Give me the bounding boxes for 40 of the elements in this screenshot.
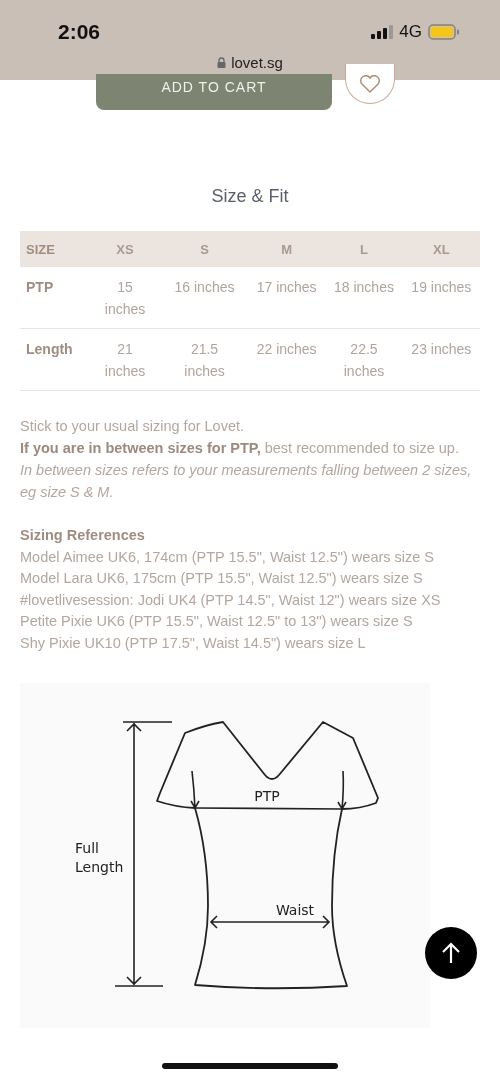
table-cell: 19 inches bbox=[402, 267, 480, 329]
ptp-label: PTP bbox=[254, 787, 280, 804]
table-cell: 21 inches bbox=[89, 328, 161, 391]
column-header: XL bbox=[402, 231, 480, 267]
table-cell: 17 inches bbox=[248, 267, 326, 329]
full-length-label: Full Length bbox=[75, 839, 124, 875]
lock-icon bbox=[217, 57, 227, 68]
battery-icon bbox=[428, 24, 460, 40]
column-header: M bbox=[248, 231, 326, 267]
column-header: SIZE bbox=[20, 231, 89, 267]
reference-line: Model Aimee UK6, 174cm (PTP 15.5", Waist 12.5") wears size S bbox=[20, 547, 436, 567]
arrow-up-icon bbox=[441, 942, 461, 964]
signal-icon bbox=[371, 25, 394, 39]
column-header: L bbox=[325, 231, 403, 267]
column-header: XS bbox=[89, 231, 161, 267]
table-cell: 15 inches bbox=[89, 267, 161, 329]
table-cell: 22.5 inches bbox=[325, 328, 403, 391]
heart-icon bbox=[359, 73, 381, 94]
row-header: Length bbox=[20, 328, 89, 391]
table-cell: 22 inches bbox=[248, 328, 326, 391]
status-time: 2:06 bbox=[58, 20, 101, 44]
table-cell: 16 inches bbox=[161, 267, 248, 329]
scroll-to-top-button[interactable] bbox=[425, 927, 477, 979]
table-cell: 21.5 inches bbox=[161, 328, 248, 391]
table-cell: 18 inches bbox=[325, 267, 403, 329]
reference-line: Shy Pixie UK10 (PTP 17.5", Waist 14.5") wears size L bbox=[20, 633, 367, 653]
row-header: PTP bbox=[20, 267, 89, 329]
table-cell: 23 inches bbox=[402, 328, 480, 391]
network-label: 4G bbox=[399, 22, 422, 42]
url-text[interactable]: lovet.sg bbox=[231, 54, 283, 71]
reference-line: #lovetlivesession: Jodi UK4 (PTP 14.5", Waist 12") wears size XS bbox=[20, 590, 442, 610]
references-heading: Sizing References bbox=[20, 526, 146, 545]
note-text: In between sizes refers to your measurements falling between 2 sizes, eg size S & M. bbox=[20, 461, 473, 502]
waist-label: Waist bbox=[275, 901, 315, 918]
reference-line: Model Lara UK6, 175cm (PTP 15.5", Waist 12.5") wears size S bbox=[20, 569, 424, 589]
note-text: Stick to your usual sizing for Lovet. bbox=[20, 417, 246, 436]
section-title: Size & Fit bbox=[210, 186, 290, 207]
column-header: S bbox=[161, 231, 248, 267]
note-text: If you are in between sizes for PTP, best recommended to size up. bbox=[20, 439, 460, 458]
reference-line: Petite Pixie UK6 (PTP 15.5", Waist 12.5" to 13") wears size S bbox=[20, 612, 414, 632]
